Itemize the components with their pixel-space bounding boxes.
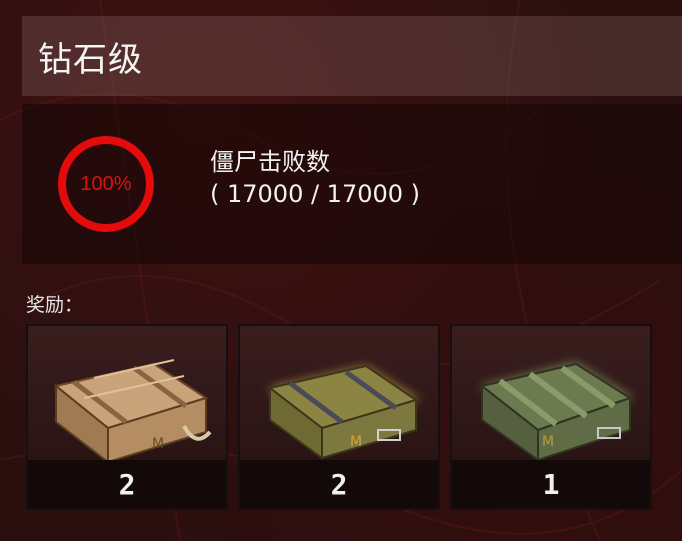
title-bar: 钻石级 [22, 16, 682, 96]
reward-card[interactable]: M 1 [450, 324, 652, 510]
wooden-crate-icon: M [53, 359, 212, 462]
page-title: 钻石级 [38, 39, 143, 80]
reward-card[interactable]: M 2 [238, 324, 440, 510]
progress-count: ( 17000 / 17000 ) [210, 180, 421, 208]
green-military-crate-icon: M [479, 362, 634, 462]
rewards-list: M 2 M 2 M 1 [26, 324, 656, 510]
reward-quantity: 2 [118, 467, 136, 501]
reward-quantity-bar: 1 [452, 460, 650, 508]
progress-title: 僵尸击败数 [210, 148, 330, 176]
reward-card[interactable]: M 2 [26, 324, 228, 510]
reward-quantity: 2 [330, 467, 348, 501]
progress-percent: 100% [80, 172, 132, 195]
reward-quantity: 1 [542, 467, 560, 501]
reward-quantity-bar: 2 [28, 460, 226, 508]
svg-text:M: M [350, 434, 362, 450]
reward-quantity-bar: 2 [240, 460, 438, 508]
rewards-label: 奖励： [26, 294, 84, 316]
progress-panel: 100% 僵尸击败数 ( 17000 / 17000 ) [22, 104, 682, 264]
gold-metal-crate-icon: M [267, 364, 420, 460]
svg-text:M: M [152, 436, 164, 452]
svg-text:M: M [542, 434, 554, 450]
